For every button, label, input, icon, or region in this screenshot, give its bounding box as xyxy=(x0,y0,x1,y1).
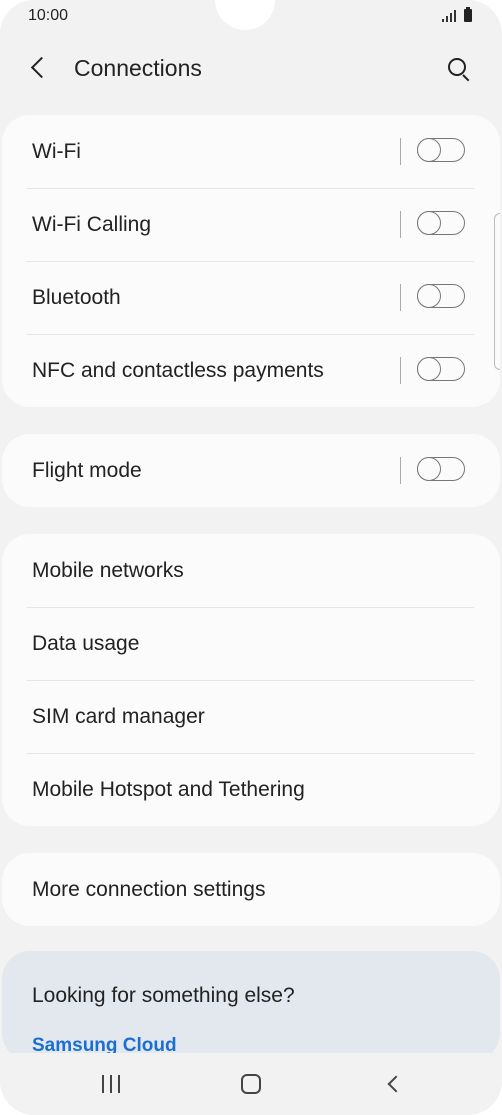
sim-card-manager-row[interactable]: SIM card manager xyxy=(2,680,500,753)
more-settings-card: More connection settings xyxy=(2,853,500,926)
data-usage-label: Data usage xyxy=(32,632,140,655)
nav-back-icon[interactable] xyxy=(385,1075,403,1093)
search-icon[interactable] xyxy=(444,54,474,84)
hotspot-tethering-label: Mobile Hotspot and Tethering xyxy=(32,778,305,801)
row-divider xyxy=(400,138,401,165)
home-icon[interactable] xyxy=(241,1074,261,1094)
status-bar: 10:00 xyxy=(0,0,502,34)
status-time: 10:00 xyxy=(28,7,69,24)
row-divider xyxy=(400,211,401,238)
battery-icon xyxy=(464,7,472,22)
flight-mode-row[interactable]: Flight mode xyxy=(2,434,500,507)
flight-mode-label: Flight mode xyxy=(32,459,142,482)
mobile-networks-label: Mobile networks xyxy=(32,559,184,582)
more-connection-settings-row[interactable]: More connection settings xyxy=(2,853,500,926)
wifi-toggle[interactable] xyxy=(416,137,465,162)
suggestions-card: Looking for something else? Samsung Clou… xyxy=(2,951,500,1061)
bluetooth-row[interactable]: Bluetooth xyxy=(2,261,500,334)
nfc-row[interactable]: NFC and contactless payments xyxy=(2,334,500,407)
suggestions-title: Looking for something else? xyxy=(32,984,295,1007)
wifi-calling-row[interactable]: Wi-Fi Calling xyxy=(2,188,500,261)
wifi-label: Wi-Fi xyxy=(32,140,81,163)
hotspot-tethering-row[interactable]: Mobile Hotspot and Tethering xyxy=(2,753,500,826)
navigation-bar xyxy=(0,1053,502,1115)
signal-icon xyxy=(442,10,460,22)
row-divider xyxy=(400,357,401,384)
flight-mode-card: Flight mode xyxy=(2,434,500,507)
app-header: Connections xyxy=(0,40,502,98)
flight-mode-toggle[interactable] xyxy=(416,456,465,481)
bluetooth-label: Bluetooth xyxy=(32,286,121,309)
more-connection-settings-label: More connection settings xyxy=(32,878,266,901)
network-settings-card: Mobile networks Data usage SIM card mana… xyxy=(2,534,500,826)
mobile-networks-row[interactable]: Mobile networks xyxy=(2,534,500,607)
nfc-label: NFC and contactless payments xyxy=(32,359,324,382)
bluetooth-toggle[interactable] xyxy=(416,283,465,308)
status-icons xyxy=(442,7,476,24)
wireless-settings-card: Wi-Fi Wi-Fi Calling Bluetooth NFC and co… xyxy=(2,115,500,407)
data-usage-row[interactable]: Data usage xyxy=(2,607,500,680)
sim-card-manager-label: SIM card manager xyxy=(32,705,205,728)
scrollbar[interactable] xyxy=(494,213,500,370)
row-divider xyxy=(400,457,401,484)
page-title: Connections xyxy=(74,55,202,81)
wifi-calling-label: Wi-Fi Calling xyxy=(32,213,152,236)
nfc-toggle[interactable] xyxy=(416,356,465,381)
back-icon[interactable] xyxy=(26,54,56,84)
phone-screen: 10:00 Connections Wi-Fi Wi-Fi Calling Bl… xyxy=(0,0,502,1115)
wifi-calling-toggle[interactable] xyxy=(416,210,465,235)
wifi-row[interactable]: Wi-Fi xyxy=(2,115,500,188)
row-divider xyxy=(400,284,401,311)
recents-icon[interactable] xyxy=(100,1075,122,1093)
